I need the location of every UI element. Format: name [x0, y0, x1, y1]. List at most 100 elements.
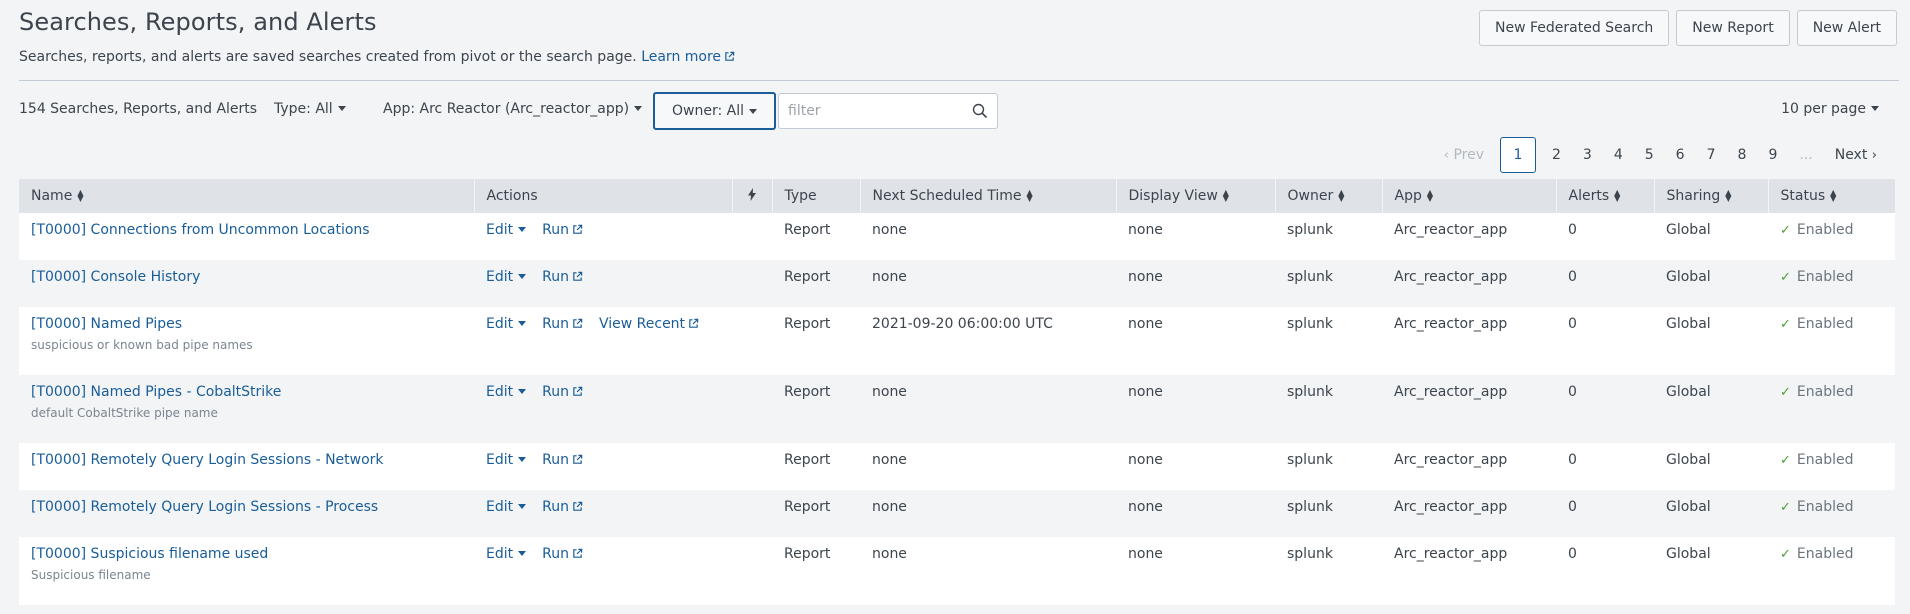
edit-dropdown[interactable]: Edit	[486, 499, 527, 515]
run-link[interactable]: Run	[542, 269, 583, 285]
search-name-link[interactable]: [T0000] Remotely Query Login Sessions - …	[31, 452, 384, 468]
learn-more-link[interactable]: Learn more	[641, 49, 735, 65]
pagination: ‹ Prev 1 2 3 4 5 6 7 8 9 ... Next ›	[1433, 137, 1888, 173]
search-description: default CobaltStrike pipe name	[31, 406, 218, 420]
page-button[interactable]: 9	[1757, 137, 1788, 173]
page-button[interactable]: 1	[1499, 137, 1536, 173]
learn-more-label: Learn more	[641, 49, 722, 65]
new-report-button[interactable]: New Report	[1676, 10, 1790, 46]
column-alerts[interactable]: Alerts ▲ ▼	[1556, 179, 1655, 213]
table-row: [T0000] Console History Edit Run Report none…	[19, 260, 1895, 307]
run-label: Run	[542, 499, 569, 515]
edit-dropdown[interactable]: Edit	[486, 269, 527, 285]
page-button[interactable]: 6	[1665, 137, 1696, 173]
page-button[interactable]: 4	[1603, 137, 1634, 173]
search-name-link[interactable]: [T0000] Remotely Query Login Sessions - …	[31, 499, 378, 515]
edit-label: Edit	[486, 546, 514, 562]
edit-dropdown[interactable]: Edit	[486, 316, 527, 332]
column-actions: Actions	[474, 179, 733, 213]
column-sharing[interactable]: Sharing ▲ ▼	[1654, 179, 1769, 213]
page-button[interactable]: 8	[1727, 137, 1758, 173]
column-owner[interactable]: Owner ▲ ▼	[1275, 179, 1383, 213]
checkmark-icon: ✓	[1780, 385, 1791, 400]
header-actions: New Federated Search New Report New Aler…	[1479, 10, 1897, 46]
run-link[interactable]: Run	[542, 384, 583, 400]
view-recent-link[interactable]: View Recent	[599, 316, 699, 332]
display-view-cell: none	[1128, 546, 1163, 562]
search-icon[interactable]	[972, 103, 988, 119]
scheduled-cell	[732, 213, 772, 260]
run-link[interactable]: Run	[542, 222, 583, 238]
status-label: Enabled	[1796, 546, 1854, 562]
alerts-cell: 0	[1568, 269, 1577, 285]
external-link-icon	[573, 548, 583, 558]
alerts-cell: 0	[1568, 316, 1577, 332]
edit-label: Edit	[486, 269, 514, 285]
status-label: Enabled	[1796, 316, 1854, 332]
page-button[interactable]: 5	[1634, 137, 1665, 173]
next-scheduled-cell: none	[872, 452, 907, 468]
table-row: [T0000] Named Pipes - CobaltStrike defaul…	[19, 375, 1895, 443]
next-page-button[interactable]: Next ›	[1824, 137, 1888, 173]
page-button[interactable]: 3	[1572, 137, 1603, 173]
status-label: Enabled	[1796, 499, 1854, 515]
owner-dropdown[interactable]: Owner: All	[653, 92, 776, 130]
search-name-link[interactable]: [T0000] Console History	[31, 269, 200, 285]
run-label: Run	[542, 452, 569, 468]
edit-label: Edit	[486, 384, 514, 400]
sharing-cell: Global	[1666, 384, 1711, 400]
app-cell: Arc_reactor_app	[1394, 222, 1508, 238]
column-name[interactable]: Name ▲ ▼	[19, 179, 475, 213]
column-display-view[interactable]: Display View ▲ ▼	[1116, 179, 1276, 213]
external-link-icon	[573, 271, 583, 281]
filter-input[interactable]	[779, 94, 959, 128]
alerts-cell: 0	[1568, 499, 1577, 515]
table-row: [T0000] Remotely Query Login Sessions - …	[19, 443, 1895, 490]
sort-icon: ▲ ▼	[1222, 188, 1229, 203]
name-cell: [T0000] Remotely Query Login Sessions - …	[19, 490, 474, 537]
edit-dropdown[interactable]: Edit	[486, 546, 527, 562]
run-link[interactable]: Run	[542, 452, 583, 468]
name-cell: [T0000] Named Pipes suspicious or known b…	[19, 307, 474, 375]
column-next-scheduled[interactable]: Next Scheduled Time ▲ ▼	[860, 179, 1117, 213]
per-page-dropdown[interactable]: 10 per page	[1781, 101, 1879, 117]
run-link[interactable]: Run	[542, 499, 583, 515]
run-link[interactable]: Run	[542, 546, 583, 562]
search-name-link[interactable]: [T0000] Suspicious filename used	[31, 546, 268, 562]
search-name-link[interactable]: [T0000] Named Pipes	[31, 316, 182, 332]
name-cell: [T0000] Remotely Query Login Sessions - …	[19, 443, 474, 490]
next-scheduled-cell: none	[872, 384, 907, 400]
column-owner-label: Owner	[1287, 188, 1334, 204]
prev-page-button[interactable]: ‹ Prev	[1433, 137, 1495, 173]
next-scheduled-cell: none	[872, 269, 907, 285]
page-button[interactable]: 2	[1541, 137, 1572, 173]
chevron-right-icon: ›	[1871, 147, 1877, 163]
new-federated-search-button[interactable]: New Federated Search	[1479, 10, 1670, 46]
edit-dropdown[interactable]: Edit	[486, 452, 527, 468]
search-name-link[interactable]: [T0000] Named Pipes - CobaltStrike	[31, 384, 281, 400]
search-name-link[interactable]: [T0000] Connections from Uncommon Locati…	[31, 222, 370, 238]
app-dropdown[interactable]: App: Arc Reactor (Arc_reactor_app)	[383, 101, 643, 117]
run-link[interactable]: Run	[542, 316, 583, 332]
scheduled-cell	[732, 537, 772, 605]
table-row: [T0000] Connections from Uncommon Locati…	[19, 213, 1895, 260]
pagination-ellipsis: ...	[1799, 147, 1813, 163]
page-button[interactable]: 7	[1696, 137, 1727, 173]
edit-dropdown[interactable]: Edit	[486, 222, 527, 238]
type-cell: Report	[784, 546, 831, 562]
display-view-cell: none	[1128, 384, 1163, 400]
table-row: [T0000] Named Pipes suspicious or known b…	[19, 307, 1895, 375]
type-dropdown[interactable]: Type: All	[274, 101, 346, 117]
column-status[interactable]: Status ▲ ▼	[1768, 179, 1895, 213]
external-link-icon	[573, 386, 583, 396]
status-cell: ✓ Enabled	[1768, 490, 1895, 537]
edit-dropdown[interactable]: Edit	[486, 384, 527, 400]
column-app[interactable]: App ▲ ▼	[1382, 179, 1557, 213]
scheduled-cell	[732, 443, 772, 490]
external-link-icon	[689, 318, 699, 328]
actions-cell: Edit Run	[474, 537, 732, 605]
new-alert-button[interactable]: New Alert	[1796, 10, 1897, 46]
sort-icon: ▲ ▼	[1830, 188, 1837, 203]
owner-cell: splunk	[1287, 222, 1333, 238]
search-description: Suspicious filename	[31, 568, 151, 582]
